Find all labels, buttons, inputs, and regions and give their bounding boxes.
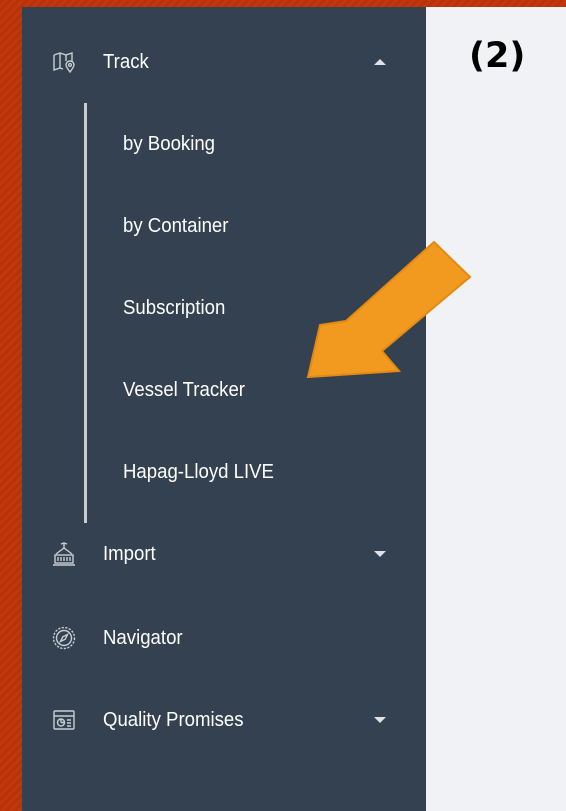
step-label: (2)	[469, 36, 526, 76]
submenu-item-label: Subscription	[123, 297, 226, 319]
sidebar-item-import[interactable]: Import	[22, 528, 426, 580]
sidebar-item-quality-promises[interactable]: Quality Promises	[22, 694, 426, 746]
sidebar-item-label: Import	[103, 542, 156, 565]
sidebar-item-label: Quality Promises	[103, 708, 244, 731]
sidebar-item-navigator[interactable]: Navigator	[22, 612, 426, 664]
submenu-item-label: by Booking	[123, 133, 216, 155]
submenu-item-label: Vessel Tracker	[123, 379, 245, 401]
sidebar-item-label: Track	[103, 50, 149, 73]
compass-icon	[52, 626, 76, 650]
main-content-area	[426, 7, 566, 811]
submenu-item-label: by Container	[123, 215, 229, 237]
quality-gauge-icon	[52, 708, 76, 732]
submenu-item-by-booking[interactable]: by Booking	[22, 120, 426, 170]
chevron-down-icon	[374, 717, 386, 723]
annotation-arrow-icon	[306, 240, 472, 379]
sidebar-item-track[interactable]: Track	[22, 36, 426, 88]
submenu-item-hapag-lloyd-live[interactable]: Hapag-Lloyd LIVE	[22, 448, 426, 498]
chevron-up-icon	[374, 59, 386, 65]
sidebar: Track by Booking by Container Subscripti…	[22, 7, 426, 811]
map-pin-icon	[52, 50, 76, 74]
container-crane-icon	[52, 542, 76, 566]
chevron-down-icon	[374, 551, 386, 557]
sidebar-item-label: Navigator	[103, 626, 183, 649]
submenu-item-label: Hapag-Lloyd LIVE	[123, 461, 274, 483]
